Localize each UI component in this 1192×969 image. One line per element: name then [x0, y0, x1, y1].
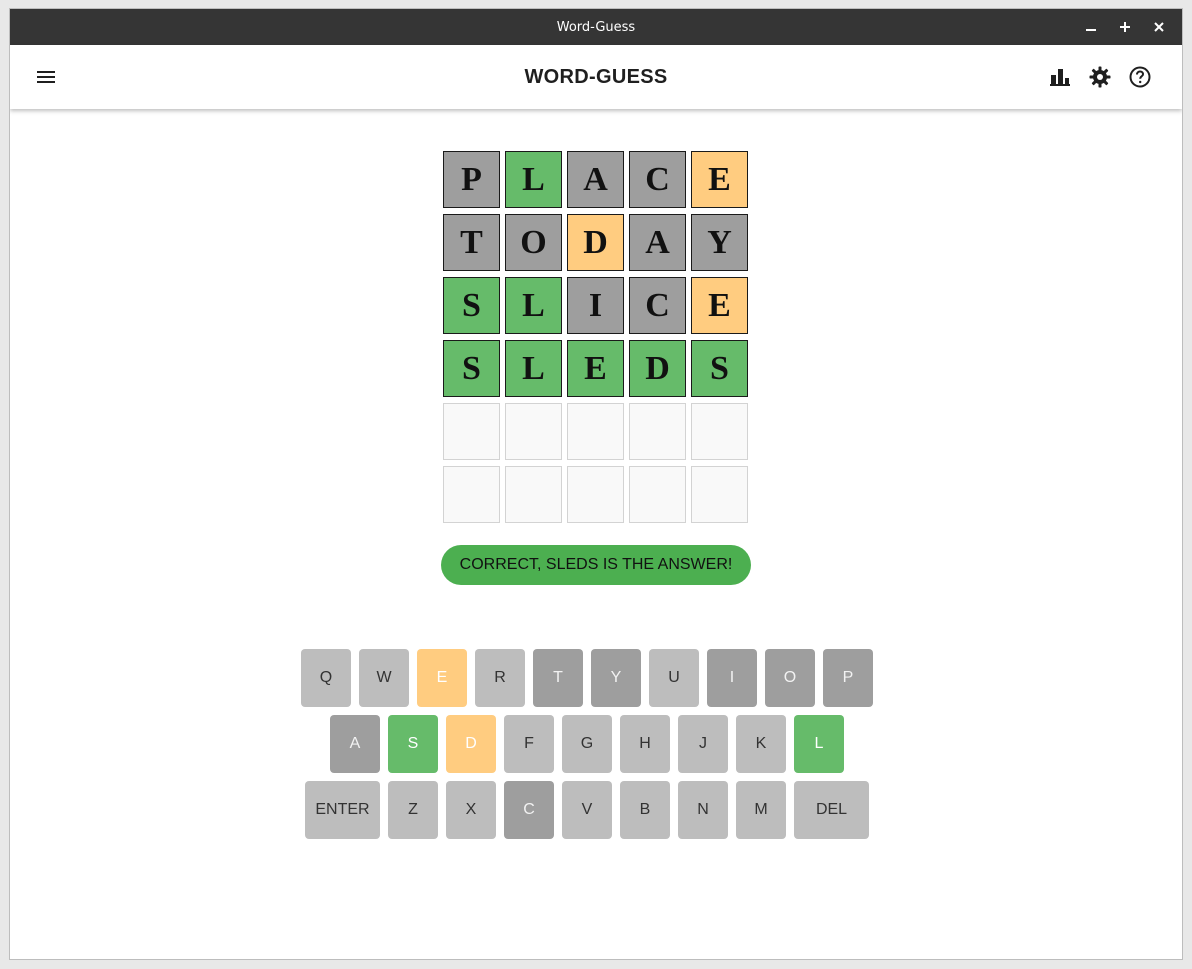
close-button[interactable]	[1142, 9, 1176, 45]
board-tile: P	[443, 151, 500, 208]
key-s[interactable]: S	[388, 715, 438, 773]
board-tile: L	[505, 277, 562, 334]
menu-icon	[37, 71, 55, 83]
keyboard-row-2: ASDFGHJKL	[330, 715, 844, 773]
game-board: PLACETODAYSLICESLEDS	[443, 151, 748, 523]
key-j[interactable]: J	[678, 715, 728, 773]
window-titlebar: Word-Guess	[10, 9, 1182, 45]
minimize-icon	[1086, 29, 1096, 31]
key-o[interactable]: O	[765, 649, 815, 707]
key-t[interactable]: T	[533, 649, 583, 707]
key-z[interactable]: Z	[388, 781, 438, 839]
key-k[interactable]: K	[736, 715, 786, 773]
board-tile: D	[629, 340, 686, 397]
help-circle-icon	[1129, 66, 1151, 88]
key-w[interactable]: W	[359, 649, 409, 707]
header-actions	[1048, 65, 1152, 89]
stats-button[interactable]	[1048, 65, 1072, 89]
board-tile: S	[443, 277, 500, 334]
key-m[interactable]: M	[736, 781, 786, 839]
key-h[interactable]: H	[620, 715, 670, 773]
page-title: WORD-GUESS	[524, 65, 668, 88]
key-e[interactable]: E	[417, 649, 467, 707]
key-c[interactable]: C	[504, 781, 554, 839]
board-tile	[443, 403, 500, 460]
board-tile: D	[567, 214, 624, 271]
key-b[interactable]: B	[620, 781, 670, 839]
board-tile	[691, 466, 748, 523]
board-tile	[443, 466, 500, 523]
board-tile: L	[505, 151, 562, 208]
help-button[interactable]	[1128, 65, 1152, 89]
plus-icon	[1120, 22, 1130, 32]
key-x[interactable]: X	[446, 781, 496, 839]
gear-icon	[1089, 66, 1111, 88]
key-v[interactable]: V	[562, 781, 612, 839]
board-tile	[567, 466, 624, 523]
bar-chart-icon	[1050, 69, 1070, 86]
board-tile	[505, 466, 562, 523]
key-n[interactable]: N	[678, 781, 728, 839]
board-tile: Y	[691, 214, 748, 271]
board-tile: C	[629, 277, 686, 334]
maximize-button[interactable]	[1108, 9, 1142, 45]
key-u[interactable]: U	[649, 649, 699, 707]
app-header: WORD-GUESS	[10, 45, 1182, 109]
board-tile: E	[691, 151, 748, 208]
keyboard-row-1: QWERTYUIOP	[301, 649, 873, 707]
key-d[interactable]: D	[446, 715, 496, 773]
app-window: Word-Guess WORD-GUESS P L A C E T O D A …	[9, 8, 1183, 960]
board-tile	[691, 403, 748, 460]
board-tile: S	[443, 340, 500, 397]
key-l[interactable]: L	[794, 715, 844, 773]
result-message: CORRECT, SLEDS IS THE ANSWER!	[441, 545, 751, 585]
board-tile: C	[629, 151, 686, 208]
key-q[interactable]: Q	[301, 649, 351, 707]
result-message-text: CORRECT, SLEDS IS THE ANSWER!	[459, 556, 733, 573]
key-r[interactable]: R	[475, 649, 525, 707]
key-y[interactable]: Y	[591, 649, 641, 707]
board-tile	[505, 403, 562, 460]
board-tile: S	[691, 340, 748, 397]
board-tile	[567, 403, 624, 460]
board-tile: T	[443, 214, 500, 271]
minimize-button[interactable]	[1074, 9, 1108, 45]
board-tile: L	[505, 340, 562, 397]
key-i[interactable]: I	[707, 649, 757, 707]
close-icon	[1154, 22, 1164, 32]
board-tile: E	[567, 340, 624, 397]
key-a[interactable]: A	[330, 715, 380, 773]
menu-button[interactable]	[34, 65, 58, 89]
window-title: Word-Guess	[556, 19, 636, 35]
window-controls	[1074, 9, 1176, 45]
board-tile	[629, 466, 686, 523]
settings-button[interactable]	[1088, 65, 1112, 89]
key-g[interactable]: G	[562, 715, 612, 773]
board-tile: I	[567, 277, 624, 334]
board-tile: A	[629, 214, 686, 271]
key-f[interactable]: F	[504, 715, 554, 773]
key-p[interactable]: P	[823, 649, 873, 707]
keyboard-row-3: ENTER Z X C V B N M DEL	[305, 781, 869, 839]
board-tile: O	[505, 214, 562, 271]
board-tile	[629, 403, 686, 460]
board-tile: A	[567, 151, 624, 208]
key-enter[interactable]: ENTER	[305, 781, 380, 839]
key-del[interactable]: DEL	[794, 781, 869, 839]
board-tile: E	[691, 277, 748, 334]
